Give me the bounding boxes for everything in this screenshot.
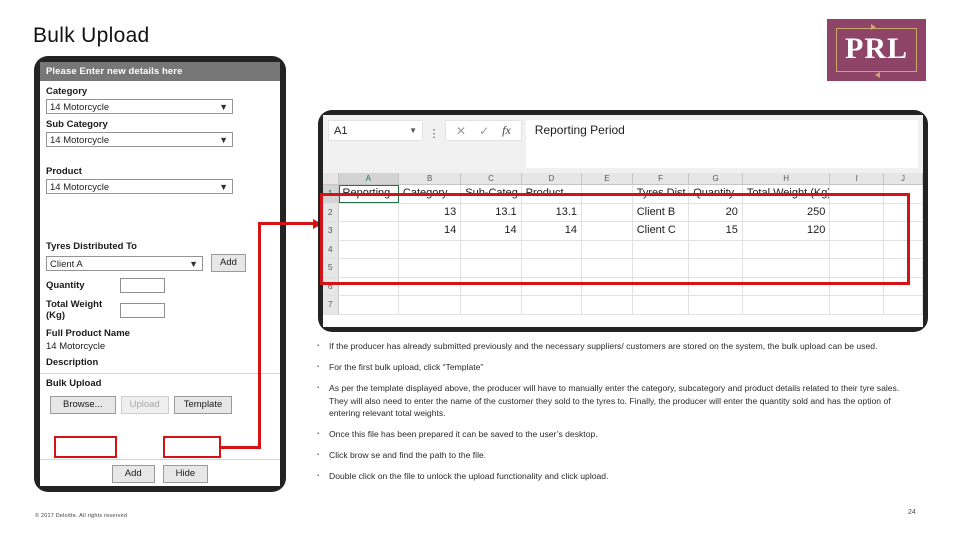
chevron-down-icon: ▼	[219, 182, 228, 192]
form-panel: Please Enter new details here Category 1…	[40, 62, 280, 486]
quantity-input[interactable]	[120, 278, 165, 293]
sub-category-select-value: 14 Motorcycle	[50, 135, 110, 146]
excel-cell-A7[interactable]	[339, 296, 399, 314]
excel-formula-input[interactable]: Reporting Period	[525, 120, 918, 168]
excel-column-header-a[interactable]: A	[338, 173, 399, 184]
label-sub-category: Sub Category	[46, 119, 108, 130]
bullet-item: Double click on the file to unlock the u…	[316, 470, 913, 482]
template-button[interactable]: Template	[173, 396, 233, 414]
excel-cell-C7[interactable]	[461, 296, 522, 314]
category-select-value: 14 Motorcycle	[50, 102, 110, 113]
excel-row-header-7[interactable]: 7	[323, 296, 339, 314]
bullet-item: Once this file has been prepared it can …	[316, 428, 913, 440]
page-number: 24	[908, 509, 916, 516]
logo-wordmark: PRL	[845, 32, 908, 65]
connector-segment-horizontal-lower	[221, 445, 261, 449]
hide-button[interactable]: Hide	[162, 465, 209, 483]
total-weight-input[interactable]	[120, 302, 165, 318]
excel-row: 7	[323, 296, 923, 315]
sub-category-select[interactable]: 14 Motorcycle ▼	[46, 132, 233, 147]
excel-select-all-corner[interactable]	[323, 173, 339, 184]
add-button[interactable]: Add	[111, 465, 155, 483]
bulk-upload-button-row: Browse... Upload Template	[50, 396, 280, 414]
excel-column-headers: ABCDEFGHIJ	[323, 173, 923, 185]
form-spacer	[40, 194, 280, 236]
bullet-item: For the first bulk upload, click “Templa…	[316, 361, 913, 373]
label-total-weight: Total Weight (Kg)	[46, 299, 103, 321]
bullet-list: If the producer has already submitted pr…	[313, 340, 913, 483]
tyres-distributed-to-select[interactable]: Client A ▼	[46, 255, 203, 271]
insert-function-icon[interactable]: fx	[502, 123, 511, 138]
add-client-button[interactable]: Add	[211, 254, 246, 272]
chevron-down-icon: ▼	[189, 258, 198, 269]
page-title: Bulk Upload	[33, 24, 150, 47]
excel-column-header-c[interactable]: C	[461, 173, 522, 184]
label-bulk-upload: Bulk Upload	[46, 378, 102, 389]
chevron-down-icon: ▼	[409, 126, 417, 135]
tyres-distributed-to-value: Client A	[50, 258, 83, 270]
enter-icon[interactable]: ✓	[479, 124, 489, 138]
excel-cell-H7[interactable]	[743, 296, 831, 314]
chevron-down-icon: ▼	[219, 135, 228, 145]
category-select[interactable]: 14 Motorcycle ▼	[46, 99, 233, 114]
arrow-left-icon	[875, 71, 880, 78]
bullet-item: As per the template displayed above, the…	[316, 382, 913, 419]
label-quantity: Quantity	[46, 280, 85, 291]
arrow-right-icon	[871, 23, 876, 30]
excel-column-header-h[interactable]: H	[742, 173, 831, 184]
footer-copyright: © 2017 Deloitte. All rights reserved	[35, 513, 128, 519]
bullet-list-container: If the producer has already submitted pr…	[313, 340, 913, 492]
excel-column-header-b[interactable]: B	[399, 173, 462, 184]
label-tyres-distributed-to: Tyres Distributed To	[46, 241, 137, 252]
excel-cell-B7[interactable]	[399, 296, 462, 314]
excel-cell-G7[interactable]	[689, 296, 743, 314]
excel-cell-E7[interactable]	[582, 296, 633, 314]
product-select[interactable]: 14 Motorcycle ▼	[46, 179, 233, 194]
label-description: Description	[46, 357, 99, 368]
prl-logo: PRL	[827, 19, 926, 81]
excel-cell-D7[interactable]	[522, 296, 583, 314]
excel-column-header-g[interactable]: G	[689, 173, 743, 184]
excel-column-header-i[interactable]: I	[830, 173, 885, 184]
bulk-upload-form-screenshot: Please Enter new details here Category 1…	[34, 56, 286, 492]
excel-cell-J7[interactable]	[884, 296, 923, 314]
excel-name-box-value: A1	[334, 124, 348, 137]
product-select-value: 14 Motorcycle	[50, 182, 110, 193]
template-button-highlight	[163, 436, 221, 458]
browse-button-highlight	[54, 436, 117, 458]
label-category: Category	[46, 86, 88, 97]
browse-button[interactable]: Browse...	[50, 396, 116, 414]
label-product: Product	[46, 166, 82, 177]
connector-segment-horizontal-upper	[258, 222, 316, 225]
excel-column-header-j[interactable]: J	[884, 173, 923, 184]
upload-button[interactable]: Upload	[120, 396, 169, 414]
excel-more-icon[interactable]: ⋮	[423, 120, 445, 146]
excel-name-box[interactable]: A1 ▼	[328, 120, 423, 141]
connector-segment-vertical	[258, 222, 261, 448]
chevron-down-icon: ▼	[219, 102, 228, 112]
form-action-bar: Add Hide	[40, 459, 280, 483]
excel-formula-icons: ✕ ✓ fx	[445, 120, 522, 141]
bullet-item: If the producer has already submitted pr…	[316, 340, 913, 352]
form-divider	[40, 373, 280, 374]
excel-column-header-d[interactable]: D	[521, 173, 583, 184]
bullet-item: Click brow se and find the path to the f…	[316, 449, 913, 461]
excel-cell-I7[interactable]	[830, 296, 884, 314]
excel-column-header-f[interactable]: F	[632, 173, 690, 184]
excel-column-header-e[interactable]: E	[582, 173, 633, 184]
excel-cell-F7[interactable]	[633, 296, 690, 314]
form-header: Please Enter new details here	[40, 62, 280, 81]
cancel-icon[interactable]: ✕	[456, 124, 466, 138]
excel-formula-bar-area: A1 ▼ ⋮ ✕ ✓ fx Reporting Period	[323, 115, 923, 173]
excel-selection-highlight	[320, 193, 910, 285]
full-product-name-value: 14 Motorcycle	[46, 341, 106, 352]
label-full-product-name: Full Product Name	[46, 328, 130, 339]
